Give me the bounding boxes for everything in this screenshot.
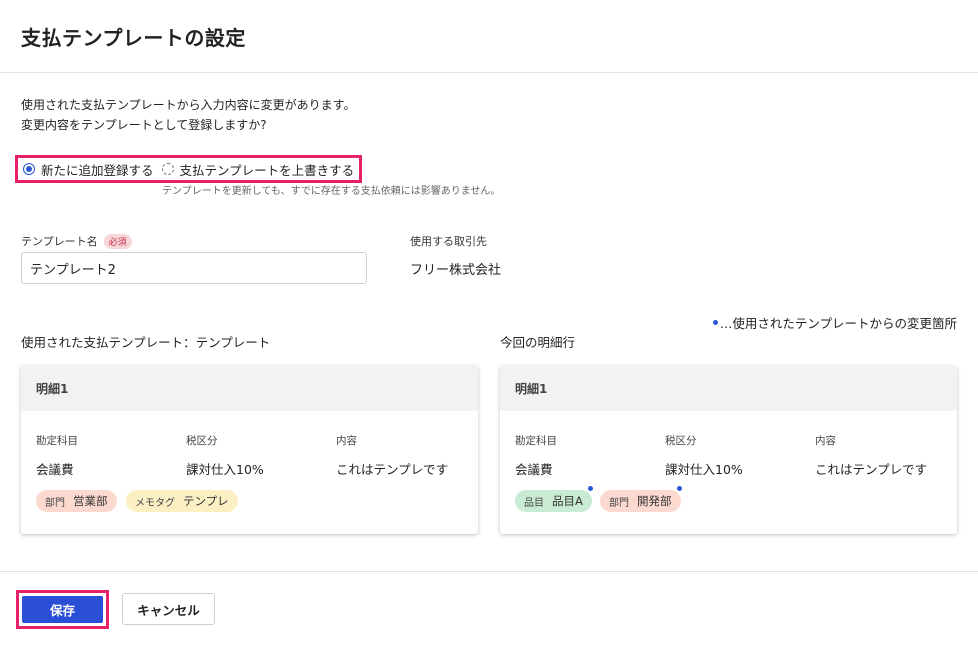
header-divider bbox=[0, 72, 978, 73]
tag-value: 開発部 bbox=[637, 494, 672, 508]
used-template-card: 明細1 勘定科目 税区分 内容 会議費 課対仕入10% これはテンプレです 部門… bbox=[21, 366, 478, 534]
tag-value: 営業部 bbox=[73, 494, 108, 508]
tag-item: 品目 品目A bbox=[515, 486, 593, 512]
column-value-account: 会議費 bbox=[36, 462, 74, 477]
radio-option-overwrite[interactable]: 支払テンプレートを上書きする bbox=[161, 160, 355, 179]
template-name-input[interactable]: テンプレート2 bbox=[21, 252, 367, 284]
change-marker-icon bbox=[587, 486, 593, 491]
radio-checked-icon[interactable] bbox=[23, 163, 35, 175]
footer-divider bbox=[0, 571, 978, 572]
save-button[interactable]: 保存 bbox=[22, 596, 103, 623]
save-button-highlight: 保存 bbox=[16, 590, 109, 629]
overwrite-note: テンプレートを更新しても、すでに存在する支払依頼には影響ありません。 bbox=[162, 186, 501, 197]
tag-department: 部門 開発部 bbox=[600, 486, 682, 512]
dialog-title: 支払テンプレートの設定 bbox=[21, 26, 246, 50]
radio-unchecked-icon[interactable] bbox=[161, 163, 174, 175]
column-header-content: 内容 bbox=[336, 435, 357, 447]
tag-key: 部門 bbox=[609, 497, 629, 509]
dialog-description: 使用された支払テンプレートから入力内容に変更があります。 変更内容をテンプレート… bbox=[21, 95, 355, 135]
column-header-content: 内容 bbox=[815, 435, 836, 447]
column-value-tax: 課対仕入10% bbox=[665, 462, 743, 477]
vendor-value: フリー株式会社 bbox=[410, 263, 502, 278]
description-line-2: 変更内容をテンプレートとして登録しますか? bbox=[21, 118, 267, 132]
template-name-label: テンプレート名 必須 bbox=[21, 233, 132, 249]
tag-key: 品目 bbox=[524, 497, 544, 509]
card-title: 明細1 bbox=[500, 366, 957, 411]
tag-memo: メモタグ テンプレ bbox=[126, 490, 238, 512]
used-template-heading: 使用された支払テンプレート：テンプレート bbox=[21, 335, 271, 350]
change-marker-icon bbox=[712, 320, 718, 325]
column-value-tax: 課対仕入10% bbox=[186, 462, 264, 477]
current-line-heading: 今回の明細行 bbox=[500, 335, 576, 350]
tag-department: 部門 営業部 bbox=[36, 490, 117, 512]
current-line-card: 明細1 勘定科目 税区分 内容 会議費 課対仕入10% これはテンプレです 品目… bbox=[500, 366, 957, 534]
card-title: 明細1 bbox=[21, 366, 478, 411]
column-header-tax: 税区分 bbox=[665, 435, 697, 447]
tag-key: メモタグ bbox=[135, 497, 175, 509]
column-value-content: これはテンプレです bbox=[336, 462, 449, 477]
column-value-content: これはテンプレです bbox=[815, 462, 928, 477]
tag-key: 部門 bbox=[45, 497, 65, 509]
column-header-tax: 税区分 bbox=[186, 435, 218, 447]
radio-label-overwrite: 支払テンプレートを上書きする bbox=[179, 162, 355, 178]
change-legend: …使用されたテンプレートからの変更箇所 bbox=[712, 313, 957, 332]
column-header-account: 勘定科目 bbox=[36, 435, 78, 447]
tag-value: テンプレ bbox=[183, 494, 229, 508]
cancel-button[interactable]: キャンセル bbox=[122, 593, 215, 625]
change-legend-text: …使用されたテンプレートからの変更箇所 bbox=[719, 316, 957, 331]
change-marker-icon bbox=[676, 486, 682, 491]
column-header-account: 勘定科目 bbox=[515, 435, 557, 447]
radio-label-add-new: 新たに追加登録する bbox=[41, 162, 154, 178]
template-name-label-text: テンプレート名 bbox=[21, 235, 98, 248]
register-mode-radio-group: 新たに追加登録する 支払テンプレートを上書きする bbox=[15, 155, 362, 183]
tag-value: 品目A bbox=[552, 494, 583, 508]
description-line-1: 使用された支払テンプレートから入力内容に変更があります。 bbox=[21, 98, 356, 112]
column-value-account: 会議費 bbox=[515, 462, 553, 477]
required-badge: 必須 bbox=[103, 233, 132, 249]
radio-option-add-new[interactable]: 新たに追加登録する bbox=[23, 160, 154, 179]
vendor-label: 使用する取引先 bbox=[410, 235, 487, 248]
